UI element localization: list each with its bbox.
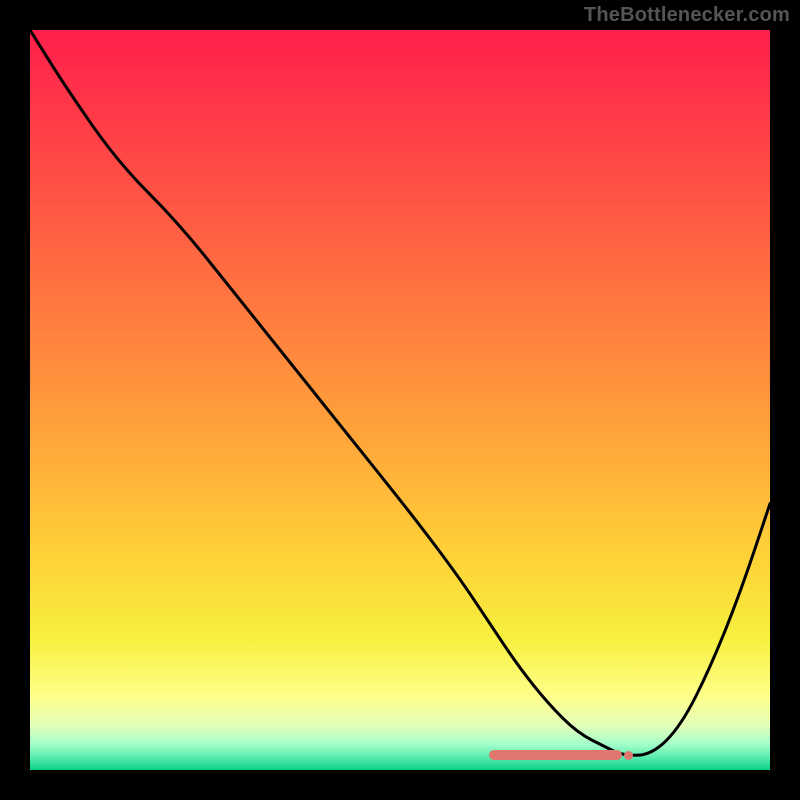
watermark-text: TheBottlenecker.com (584, 4, 790, 27)
marker-dot (624, 751, 633, 760)
series-marker (489, 750, 636, 760)
plot-area (30, 30, 770, 770)
marker-bar (489, 750, 622, 760)
gradient-background (30, 30, 770, 770)
